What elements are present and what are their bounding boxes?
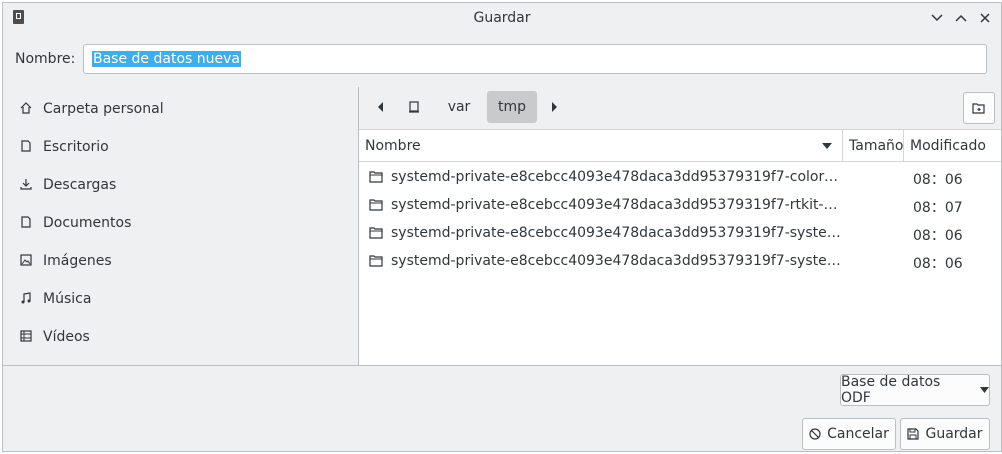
sidebar-item-label: Carpeta personal <box>43 101 164 117</box>
folder-icon <box>369 255 383 267</box>
new-folder-button[interactable] <box>963 92 995 124</box>
download-icon <box>19 178 33 193</box>
column-header-modified[interactable]: Modificado <box>904 130 1001 162</box>
file-modified: 08：06 <box>913 172 963 188</box>
save-dialog: Guardar Nombre: Base de datos nueva Carp… <box>2 2 1002 452</box>
file-modified: 08：07 <box>913 200 963 216</box>
sidebar-item-label: Descargas <box>43 177 117 193</box>
file-row[interactable]: systemd-private-e8cebcc4093e478daca3dd95… <box>359 192 1001 220</box>
dialog-footer: Base de datos ODF Cancelar Guardar <box>3 365 1001 454</box>
video-icon <box>19 329 33 345</box>
title-bar: Guardar <box>3 3 1001 33</box>
chevron-down-icon <box>931 14 943 22</box>
file-name: systemd-private-e8cebcc4093e478daca3dd95… <box>391 197 841 213</box>
music-icon <box>19 291 33 307</box>
folder-icon <box>369 171 383 183</box>
file-name: systemd-private-e8cebcc4093e478daca3dd95… <box>391 169 841 185</box>
name-label: Nombre: <box>15 51 76 67</box>
path-bar: var tmp <box>359 87 1001 129</box>
minimize-button[interactable] <box>929 10 945 26</box>
column-header-label: Nombre <box>365 137 421 154</box>
sort-down-icon <box>822 143 832 149</box>
cancel-label: Cancelar <box>827 426 889 442</box>
sidebar-item-label: Escritorio <box>43 139 109 155</box>
path-forward-button[interactable] <box>541 91 567 123</box>
sidebar-item-label: Vídeos <box>43 329 90 345</box>
home-icon <box>19 101 33 117</box>
sidebar-item-desktop[interactable]: Escritorio <box>19 135 109 159</box>
column-header-label: Tamaño <box>849 137 904 154</box>
file-modified: 08：06 <box>913 228 963 244</box>
save-label: Guardar <box>925 426 983 442</box>
folder-icon <box>369 199 383 211</box>
filename-value: Base de datos nueva <box>92 51 241 67</box>
sidebar-item-home[interactable]: Carpeta personal <box>19 97 164 121</box>
file-type-dropdown[interactable]: Base de datos ODF <box>840 374 990 406</box>
drive-icon <box>409 101 419 113</box>
close-button[interactable] <box>977 10 993 26</box>
save-icon <box>907 428 920 440</box>
maximize-button[interactable] <box>953 10 969 26</box>
document-icon <box>19 215 33 231</box>
path-segment-var[interactable]: var <box>435 91 483 123</box>
folder-icon <box>369 227 383 239</box>
sidebar-item-images[interactable]: Imágenes <box>19 249 112 273</box>
filename-input[interactable]: Base de datos nueva <box>83 44 987 74</box>
save-button[interactable]: Guardar <box>900 418 990 450</box>
sidebar-item-label: Documentos <box>43 215 132 231</box>
file-row[interactable]: systemd-private-e8cebcc4093e478daca3dd95… <box>359 164 1001 192</box>
close-icon <box>980 13 990 23</box>
window-title: Guardar <box>473 10 531 26</box>
file-modified: 08：06 <box>913 256 963 272</box>
file-type-selected: Base de datos ODF <box>841 374 941 406</box>
column-header-label: Modificado <box>910 137 986 154</box>
path-root-button[interactable] <box>399 91 429 123</box>
sidebar-item-downloads[interactable]: Descargas <box>19 173 116 197</box>
file-list: Nombre Tamaño Modificado systemd-private… <box>359 129 1001 366</box>
cancel-button[interactable]: Cancelar <box>802 418 896 450</box>
caret-down-icon <box>980 387 989 393</box>
sidebar-item-videos[interactable]: Vídeos <box>19 325 90 349</box>
file-row[interactable]: systemd-private-e8cebcc4093e478daca3dd95… <box>359 248 1001 276</box>
sidebar-item-documents[interactable]: Documentos <box>19 211 131 235</box>
places-sidebar: Carpeta personal Escritorio Descargas Do… <box>3 87 359 365</box>
cancel-icon <box>809 428 821 440</box>
file-row[interactable]: systemd-private-e8cebcc4093e478daca3dd95… <box>359 220 1001 248</box>
file-name: systemd-private-e8cebcc4093e478daca3dd95… <box>391 225 841 241</box>
sidebar-item-label: Imágenes <box>43 253 112 269</box>
sidebar-item-label: Música <box>43 291 92 307</box>
new-folder-icon <box>972 103 985 114</box>
name-row: Nombre: Base de datos nueva <box>3 43 1001 75</box>
caret-right-icon <box>552 102 557 112</box>
image-icon <box>19 253 33 269</box>
desktop-icon <box>19 139 33 155</box>
path-back-button[interactable] <box>367 91 395 123</box>
path-segment-tmp[interactable]: tmp <box>487 91 537 123</box>
column-header-name[interactable]: Nombre <box>359 130 843 162</box>
file-name: systemd-private-e8cebcc4093e478daca3dd95… <box>391 253 841 269</box>
sidebar-item-music[interactable]: Música <box>19 287 91 311</box>
caret-left-icon <box>378 102 383 112</box>
chevron-up-icon <box>955 14 967 22</box>
column-header-size[interactable]: Tamaño <box>843 130 904 162</box>
